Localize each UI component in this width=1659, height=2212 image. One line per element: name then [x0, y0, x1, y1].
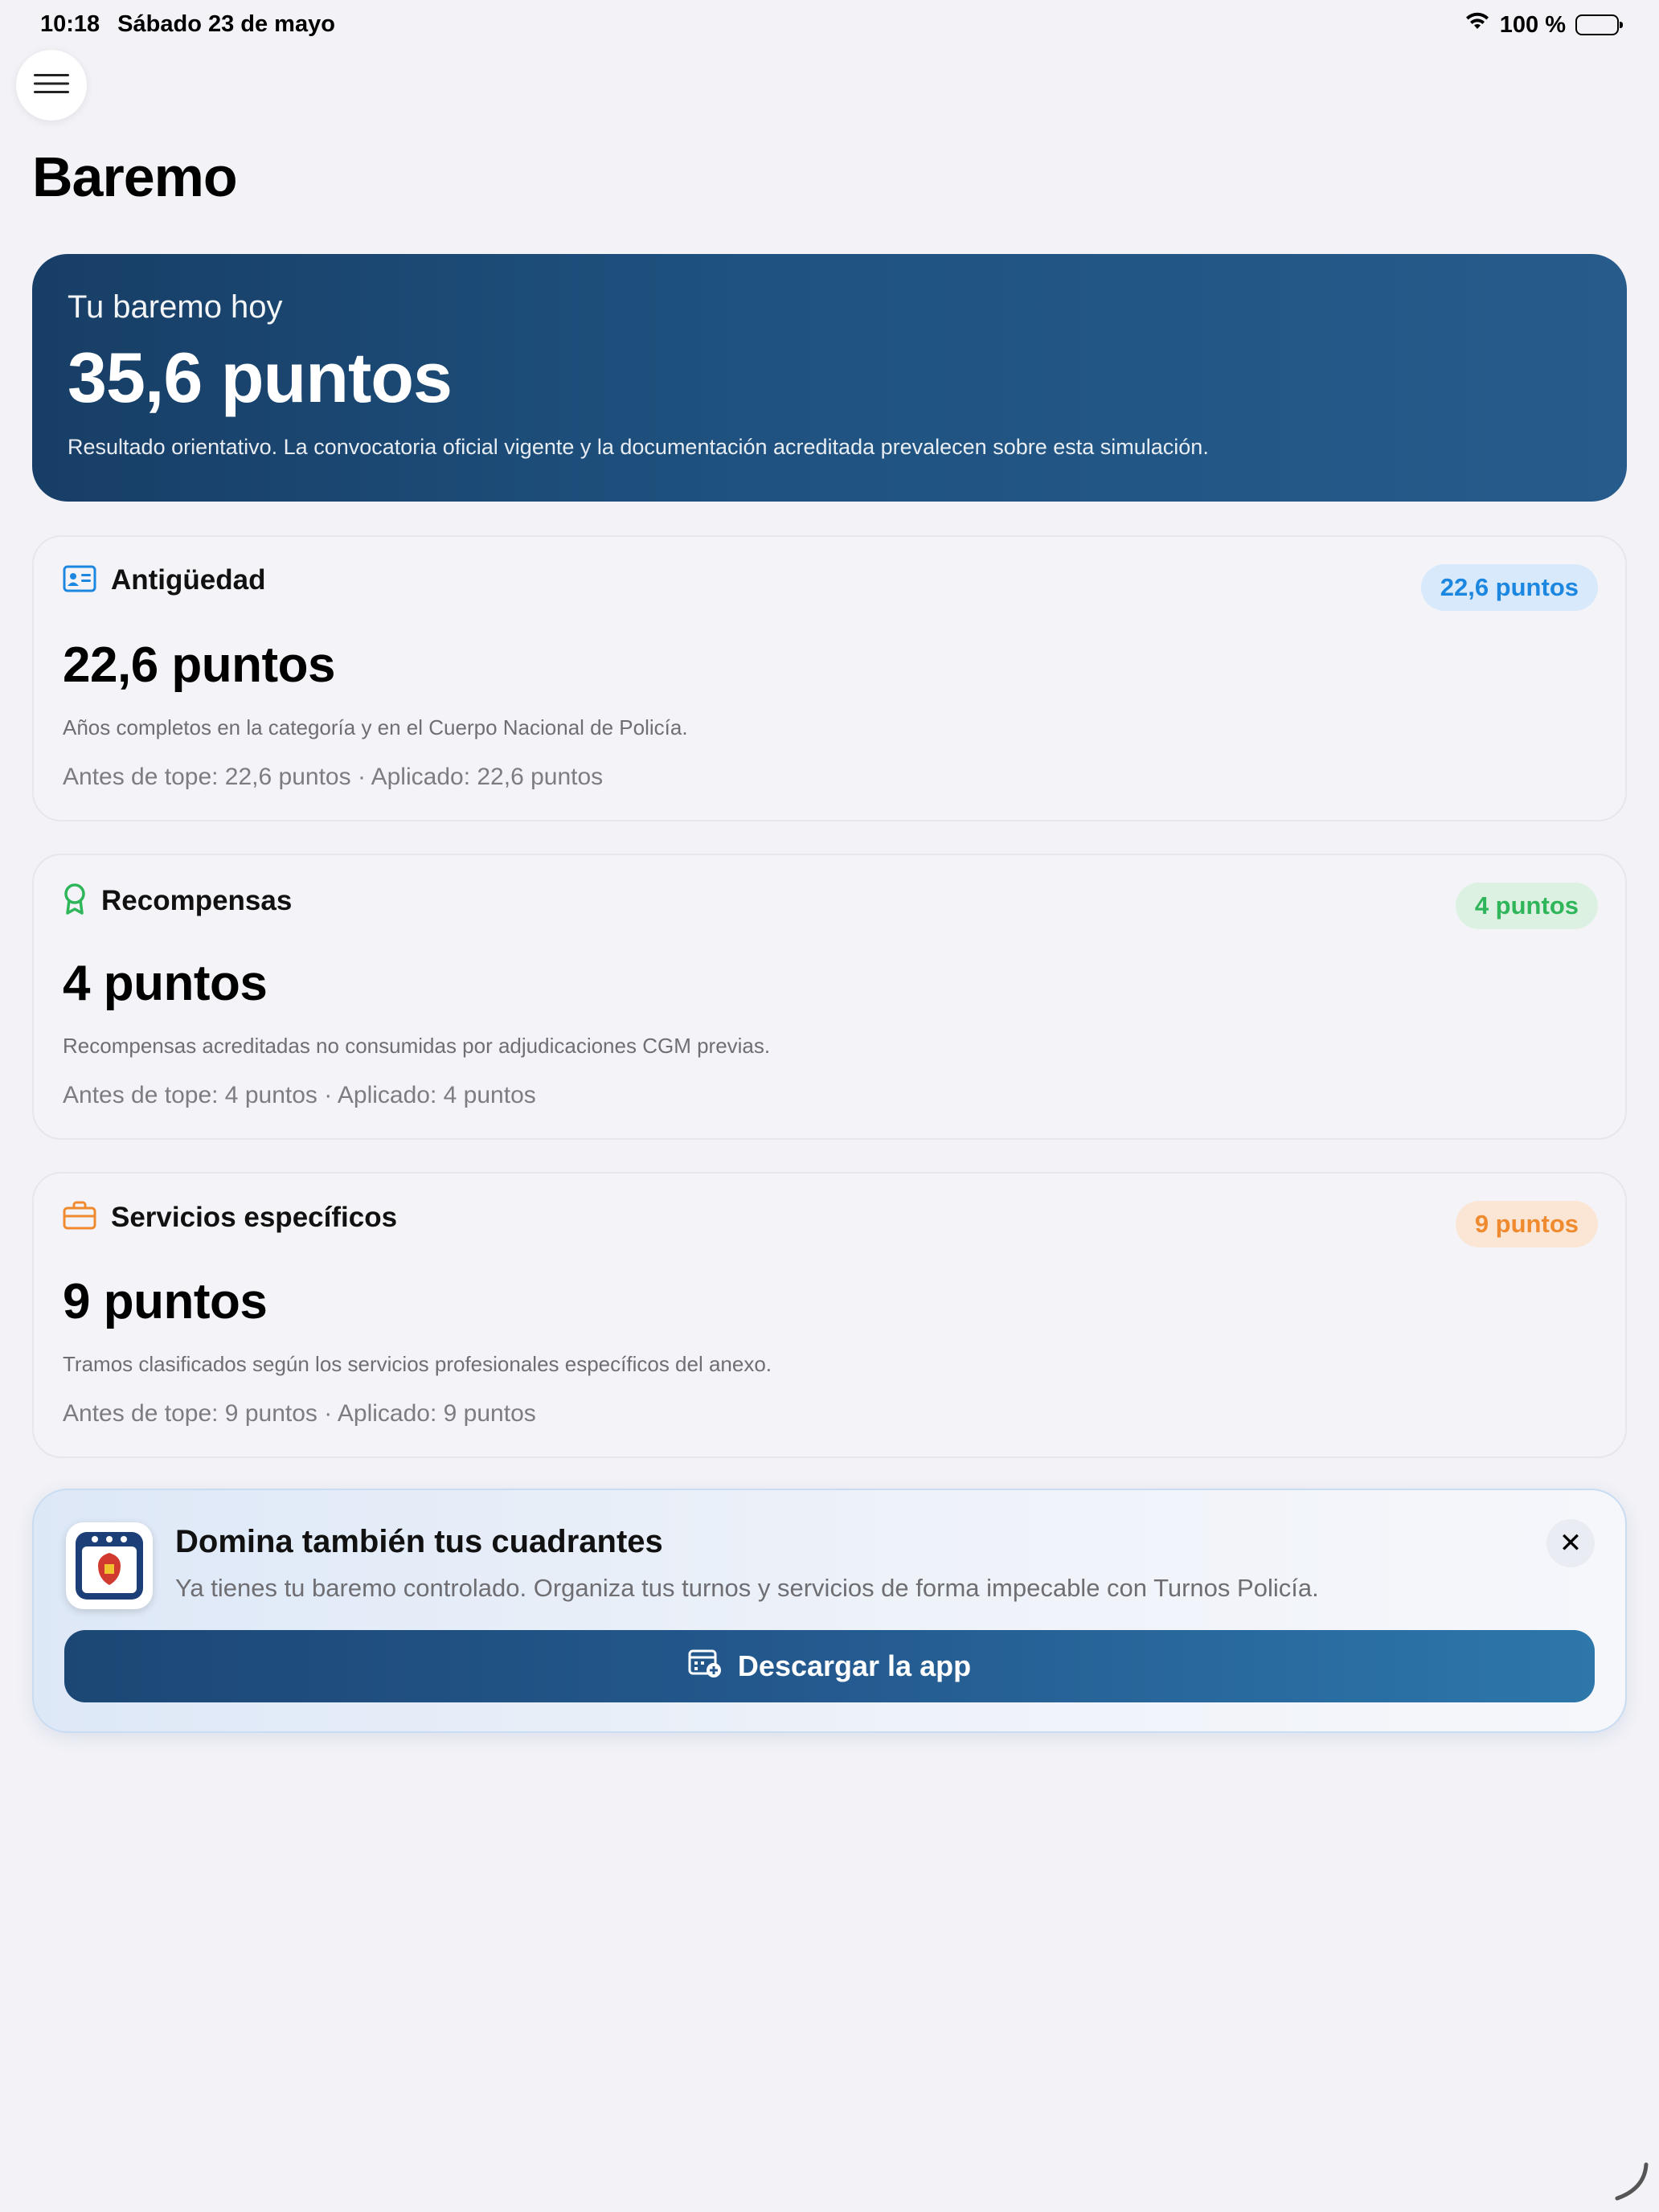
card-header: Antigüedad [63, 564, 265, 596]
card-description: Tramos clasificados según los servicios … [63, 1352, 772, 1376]
card-servicios-especificos[interactable]: Servicios específicos 9 puntos 9 puntos … [32, 1172, 1627, 1458]
id-card-icon [63, 565, 96, 596]
card-header: Recompensas [63, 883, 292, 919]
card-detail: Antes de tope: 22,6 puntos · Aplicado: 2… [63, 764, 604, 790]
promo-title: Domina también tus cuadrantes [175, 1524, 663, 1559]
close-button[interactable]: ✕ [1546, 1519, 1595, 1567]
disclaimer-note: Resultado orientativo. La convocatoria o… [68, 435, 1209, 459]
total-score-value: 35,6 puntos [68, 338, 453, 417]
card-value: 4 puntos [63, 956, 268, 1011]
card-title: Servicios específicos [111, 1201, 398, 1233]
card-detail: Antes de tope: 9 puntos · Aplicado: 9 pu… [63, 1400, 536, 1427]
resize-handle [1609, 2160, 1651, 2206]
status-right: 100 % [1464, 11, 1623, 39]
card-description: Recompensas acreditadas no consumidas po… [63, 1034, 771, 1058]
menu-button[interactable] [16, 50, 87, 121]
points-badge: 22,6 puntos [1420, 564, 1598, 611]
card-title: Recompensas [101, 884, 293, 916]
page-title: Baremo [32, 145, 238, 208]
card-title: Antigüedad [111, 564, 266, 596]
hamburger-icon [34, 72, 69, 99]
card-description: Años completos en la categoría y en el C… [63, 715, 688, 739]
app-logo-icon [66, 1522, 153, 1609]
card-header: Servicios específicos [63, 1201, 397, 1234]
battery-percentage: 100 % [1499, 11, 1566, 38]
award-ribbon-icon [63, 883, 87, 919]
close-icon: ✕ [1559, 1528, 1583, 1559]
download-button-label: Descargar la app [737, 1649, 972, 1682]
briefcase-icon [63, 1201, 96, 1234]
card-antiguedad[interactable]: Antigüedad 22,6 puntos 22,6 puntos Años … [32, 535, 1627, 821]
screen: 10:18 Sábado 23 de mayo 100 % Baremo Tu … [0, 0, 1659, 2212]
calendar-add-icon [688, 1648, 722, 1686]
total-score-label: Tu baremo hoy [68, 289, 283, 325]
card-detail: Antes de tope: 4 puntos · Aplicado: 4 pu… [63, 1082, 536, 1108]
wifi-icon [1464, 11, 1490, 39]
status-date: Sábado 23 de mayo [117, 11, 335, 37]
card-value: 9 puntos [63, 1274, 268, 1329]
download-app-button[interactable]: Descargar la app [64, 1630, 1595, 1702]
total-score-card: Tu baremo hoy 35,6 puntos Resultado orie… [32, 254, 1627, 502]
card-recompensas[interactable]: Recompensas 4 puntos 4 puntos Recompensa… [32, 854, 1627, 1140]
promo-text: Ya tienes tu baremo controlado. Organiza… [175, 1574, 1319, 1602]
card-value: 22,6 puntos [63, 637, 336, 693]
status-time: 10:18 [40, 11, 100, 37]
points-badge: 9 puntos [1455, 1201, 1598, 1247]
battery-icon [1575, 14, 1623, 35]
app-promo-banner: Domina también tus cuadrantes Ya tienes … [32, 1489, 1627, 1733]
points-badge: 4 puntos [1455, 883, 1598, 929]
status-bar: 10:18 Sábado 23 de mayo 100 % [0, 0, 1659, 51]
status-left: 10:18 Sábado 23 de mayo [40, 11, 335, 38]
